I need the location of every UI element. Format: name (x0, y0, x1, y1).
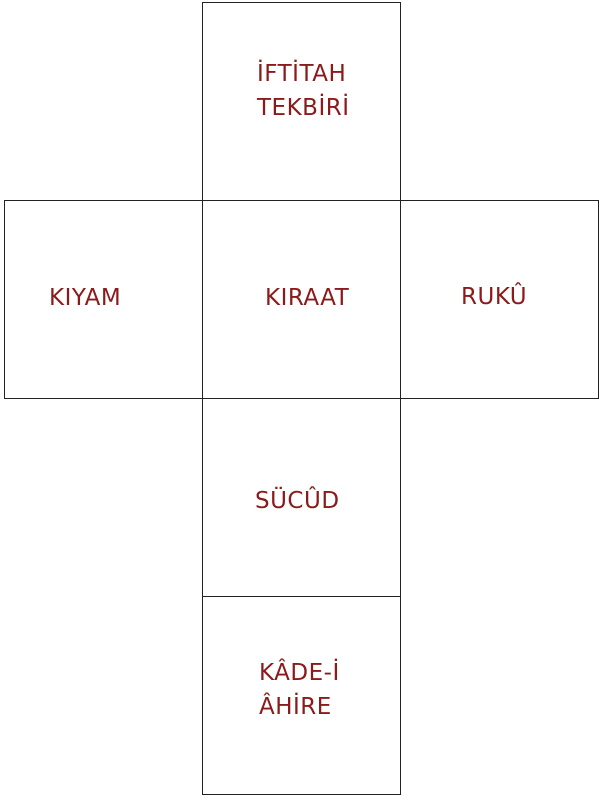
box-sucud: SÜCÛD (202, 398, 401, 597)
box-kiraat: KIRAAT (202, 200, 401, 399)
box-kiyam: KIYAM (4, 200, 203, 399)
box-label-iftitah-tekbiri: İFTİTAH TEKBİRİ (257, 61, 350, 121)
box-iftitah-tekbiri: İFTİTAH TEKBİRİ (202, 2, 401, 201)
box-label-sucud: SÜCÛD (255, 488, 340, 514)
box-ruku: RUKÛ (400, 200, 599, 399)
box-label-kiraat: KIRAAT (265, 285, 350, 311)
box-kade-i-ahire: KÂDE-İ ÂHİRE (202, 596, 401, 795)
box-label-kade-i-ahire: KÂDE-İ ÂHİRE (259, 660, 340, 720)
box-label-kiyam: KIYAM (49, 285, 122, 311)
box-label-ruku: RUKÛ (461, 284, 528, 310)
